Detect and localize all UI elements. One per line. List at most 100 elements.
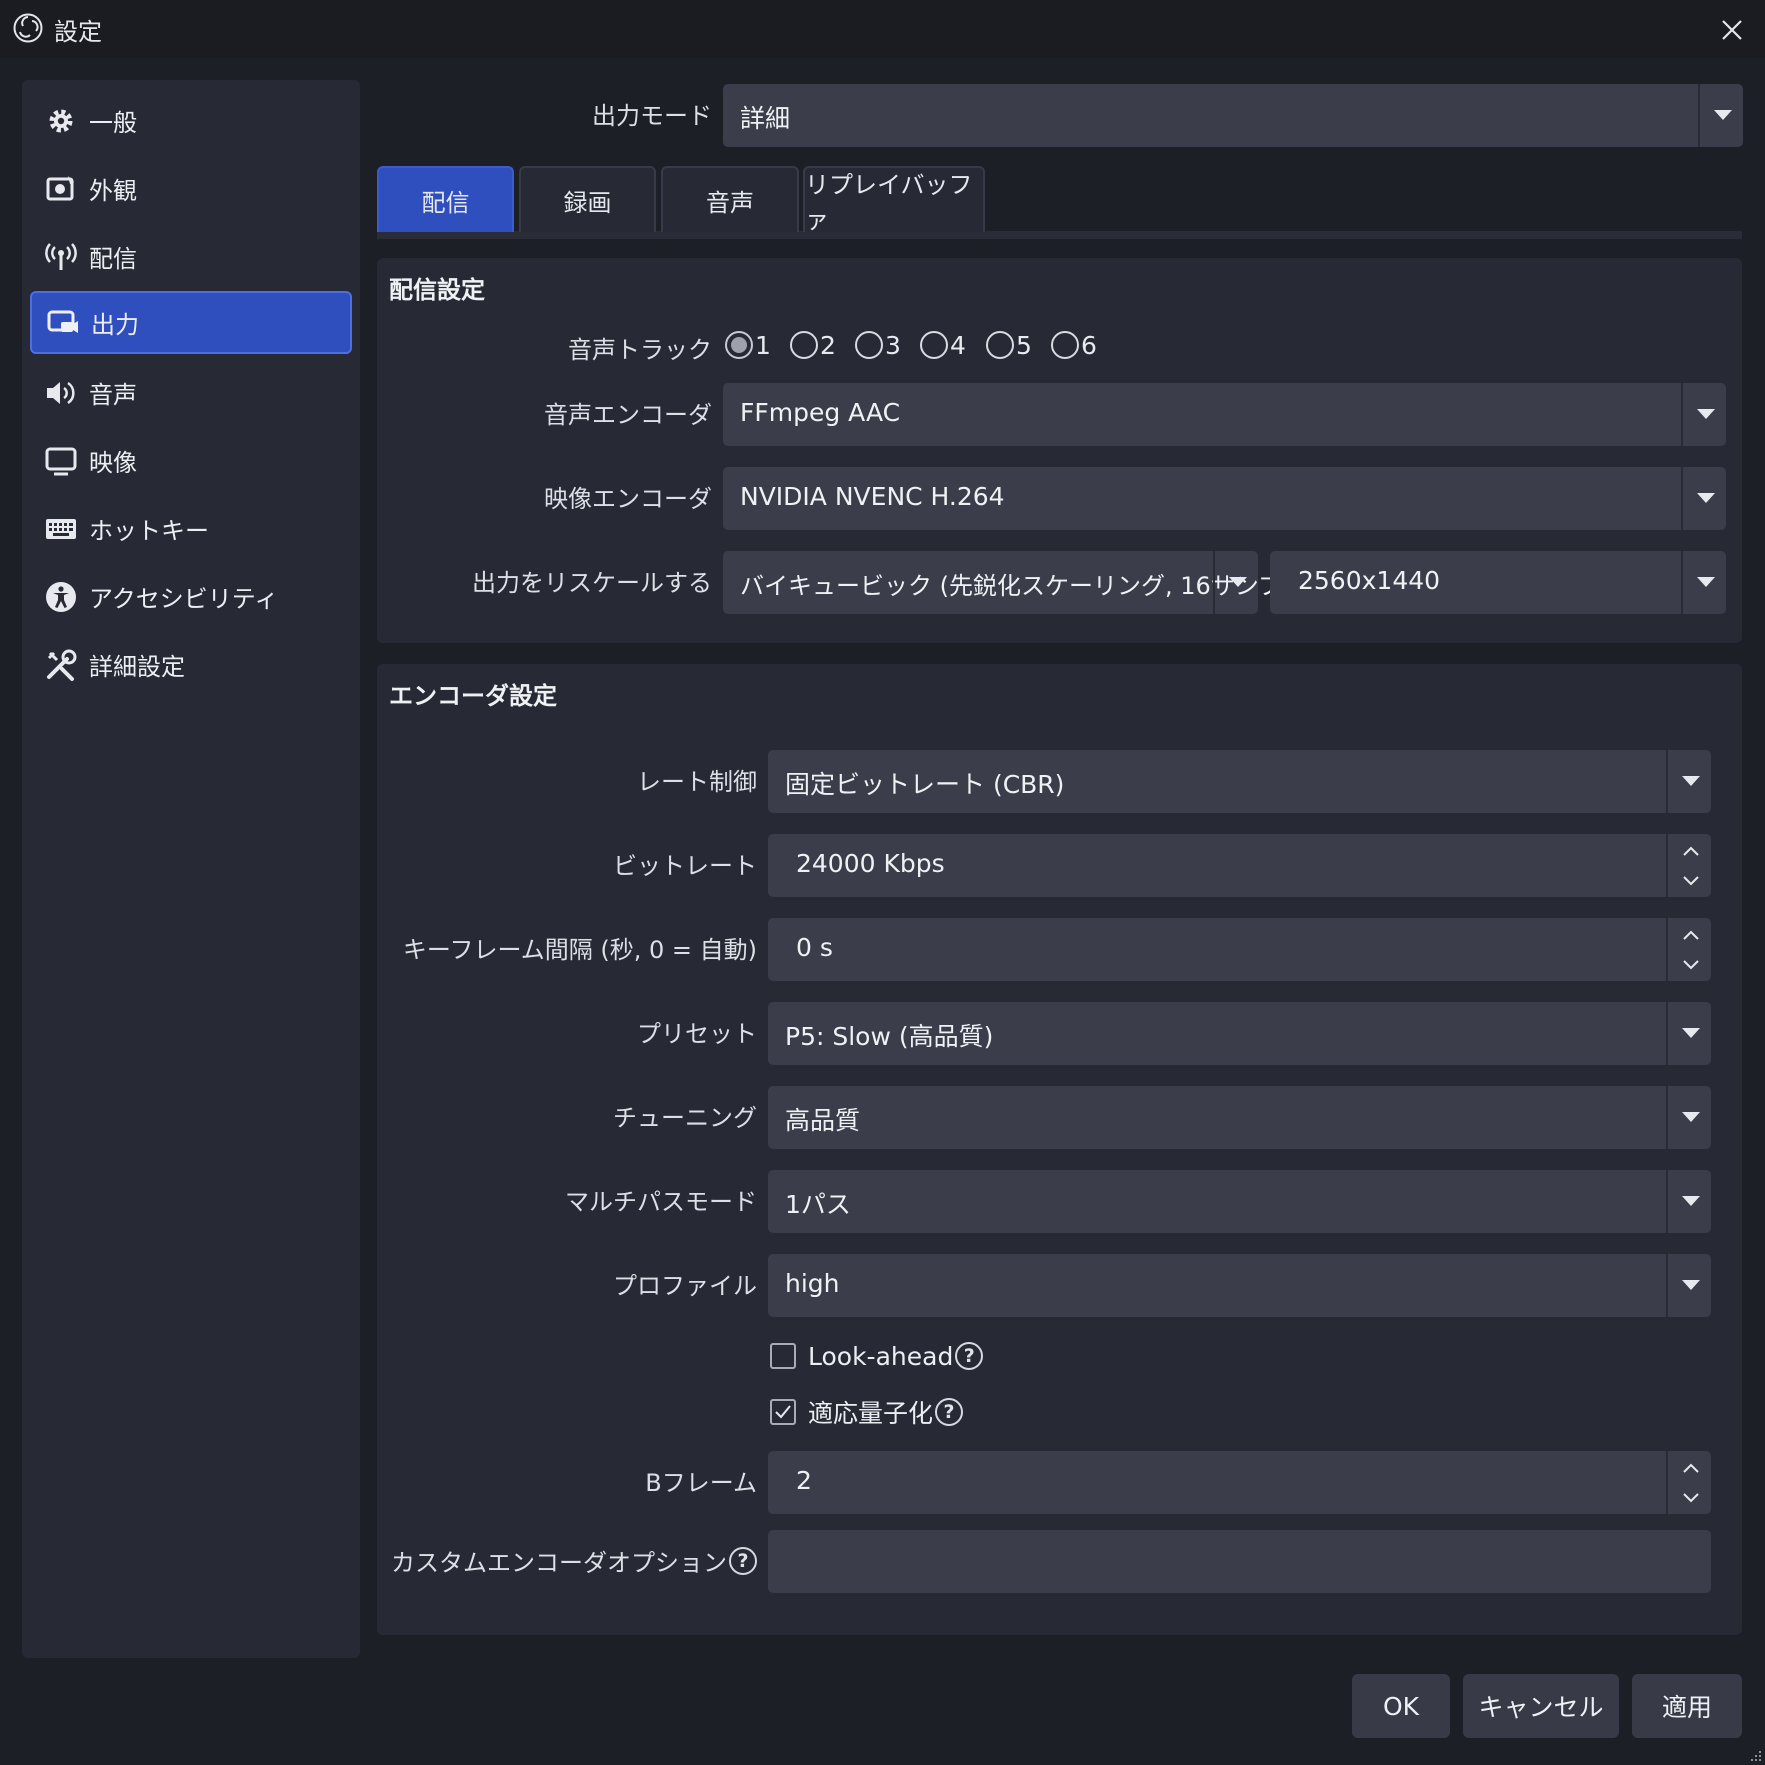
multipass-label: マルチパスモード: [565, 1188, 757, 1216]
sidebar: 一般 外観 配信 出力 音声 映像 ホットキー アクセシビリティ 詳細設定: [22, 80, 360, 1658]
ok-button[interactable]: OK: [1352, 1674, 1450, 1738]
tab-stream[interactable]: 配信: [377, 166, 514, 232]
rate-control-select[interactable]: 固定ビットレート (CBR): [768, 750, 1711, 813]
profile-label: プロファイル: [613, 1272, 757, 1300]
accessibility-icon: [44, 580, 78, 614]
tuning-select[interactable]: 高品質: [768, 1086, 1711, 1149]
adaptive-quant-label: 適応量子化: [808, 1399, 934, 1428]
sidebar-item-label: 映像: [89, 449, 137, 477]
output-icon: [46, 306, 80, 340]
preset-label: プリセット: [637, 1020, 757, 1048]
adaptive-quant-checkbox[interactable]: [770, 1399, 796, 1425]
keyboard-icon: [44, 512, 78, 546]
obs-logo-icon: [13, 13, 43, 43]
tab-bar-underline: [377, 231, 1742, 239]
chevron-down-icon: [1703, 84, 1743, 147]
video-encoder-label: 映像エンコーダ: [544, 485, 712, 513]
cancel-button[interactable]: キャンセル: [1463, 1674, 1619, 1738]
bframes-label: Bフレーム: [645, 1469, 757, 1497]
audio-track-label: 音声トラック: [568, 336, 712, 364]
tuning-label: チューニング: [613, 1104, 757, 1132]
rescale-label: 出力をリスケールする: [472, 569, 712, 597]
sidebar-item-label: 音声: [89, 381, 137, 409]
gear-icon: [44, 104, 78, 138]
help-icon[interactable]: ?: [935, 1398, 964, 1426]
audio-track-radio-5[interactable]: 5: [986, 328, 1032, 362]
close-button[interactable]: [1712, 10, 1752, 50]
antenna-icon: [44, 240, 78, 274]
adaptive-quant-checkbox-row[interactable]: 適応量子化 ?: [770, 1395, 964, 1429]
speaker-icon: [44, 376, 78, 410]
audio-encoder-select[interactable]: FFmpeg AAC: [723, 383, 1726, 446]
sidebar-item-label: アクセシビリティ: [89, 585, 279, 613]
keyframe-label: キーフレーム間隔 (秒, 0 = 自動): [402, 936, 757, 964]
audio-track-radio-3[interactable]: 3: [855, 328, 901, 362]
preset-select[interactable]: P5: Slow (高品質): [768, 1002, 1711, 1065]
chevron-down-icon[interactable]: [1671, 1482, 1711, 1513]
rate-control-label: レート制御: [637, 768, 757, 796]
resize-grip-icon[interactable]: [1748, 1748, 1762, 1762]
close-icon: [1722, 20, 1742, 40]
sidebar-item-audio[interactable]: 音声: [30, 361, 352, 424]
chevron-down-icon: [1671, 1086, 1711, 1149]
sidebar-item-hotkeys[interactable]: ホットキー: [30, 497, 352, 560]
audio-track-radio-1[interactable]: 1: [725, 328, 771, 362]
rescale-resolution-select[interactable]: 2560x1440: [1270, 551, 1726, 614]
window-title: 設定: [54, 18, 102, 46]
title-bar: 設定: [0, 0, 1765, 58]
chevron-down-icon: [1686, 383, 1726, 446]
sidebar-item-output[interactable]: 出力: [30, 291, 352, 354]
sidebar-item-label: 出力: [91, 311, 139, 339]
chevron-down-icon: [1671, 1002, 1711, 1065]
sidebar-item-stream[interactable]: 配信: [30, 225, 352, 288]
keyframe-spinbox[interactable]: 0 s: [768, 918, 1711, 981]
bitrate-spinbox[interactable]: 24000 Kbps: [768, 834, 1711, 897]
multipass-select[interactable]: 1パス: [768, 1170, 1711, 1233]
audio-encoder-label: 音声エンコーダ: [544, 401, 712, 429]
sidebar-item-label: ホットキー: [89, 517, 209, 545]
chevron-down-icon[interactable]: [1671, 865, 1711, 896]
sidebar-item-appearance[interactable]: 外観: [30, 157, 352, 220]
rescale-filter-select[interactable]: バイキュービック (先鋭化スケーリング, 16サンプル): [723, 551, 1315, 614]
chevron-up-icon[interactable]: [1671, 1452, 1711, 1483]
chevron-down-icon: [1671, 750, 1711, 813]
lookahead-label: Look-ahead: [808, 1341, 954, 1371]
checkmark-icon: [775, 1405, 791, 1419]
sidebar-item-video[interactable]: 映像: [30, 429, 352, 492]
lookahead-checkbox[interactable]: [770, 1343, 796, 1369]
chevron-down-icon: [1218, 551, 1258, 614]
output-mode-select[interactable]: 詳細: [723, 84, 1743, 147]
chevron-down-icon[interactable]: [1671, 949, 1711, 980]
video-encoder-select[interactable]: NVIDIA NVENC H.264: [723, 467, 1726, 530]
help-icon[interactable]: ?: [955, 1342, 984, 1370]
audio-track-radio-4[interactable]: 4: [920, 328, 966, 362]
chevron-up-icon[interactable]: [1671, 835, 1711, 866]
encoder-settings-title: エンコーダ設定: [389, 682, 557, 710]
profile-select[interactable]: high: [768, 1254, 1711, 1317]
help-icon[interactable]: ?: [729, 1546, 757, 1575]
tab-replay-buffer[interactable]: リプレイバッファ: [803, 166, 985, 234]
appearance-icon: [44, 172, 78, 206]
sidebar-item-label: 詳細設定: [89, 653, 185, 681]
sidebar-item-accessibility[interactable]: アクセシビリティ: [30, 565, 352, 628]
chevron-down-icon: [1686, 467, 1726, 530]
sidebar-item-label: 一般: [89, 109, 137, 137]
sidebar-item-general[interactable]: 一般: [30, 89, 352, 152]
custom-options-label-row: カスタムエンコーダオプション ?: [391, 1543, 757, 1578]
chevron-up-icon[interactable]: [1671, 919, 1711, 950]
audio-track-radio-2[interactable]: 2: [790, 328, 836, 362]
tab-audio[interactable]: 音声: [661, 166, 799, 232]
sidebar-item-advanced[interactable]: 詳細設定: [30, 633, 352, 696]
lookahead-checkbox-row[interactable]: Look-ahead ?: [770, 1339, 984, 1373]
bframes-spinbox[interactable]: 2: [768, 1451, 1711, 1514]
custom-options-input[interactable]: [768, 1530, 1711, 1593]
sidebar-item-label: 外観: [89, 177, 137, 205]
monitor-icon: [44, 444, 78, 478]
tools-icon: [44, 648, 78, 682]
tab-recording[interactable]: 録画: [519, 166, 656, 232]
apply-button[interactable]: 適用: [1632, 1674, 1742, 1738]
chevron-down-icon: [1686, 551, 1726, 614]
sidebar-item-label: 配信: [89, 245, 137, 273]
output-mode-value: 詳細: [740, 104, 791, 133]
audio-track-radio-6[interactable]: 6: [1051, 328, 1097, 362]
